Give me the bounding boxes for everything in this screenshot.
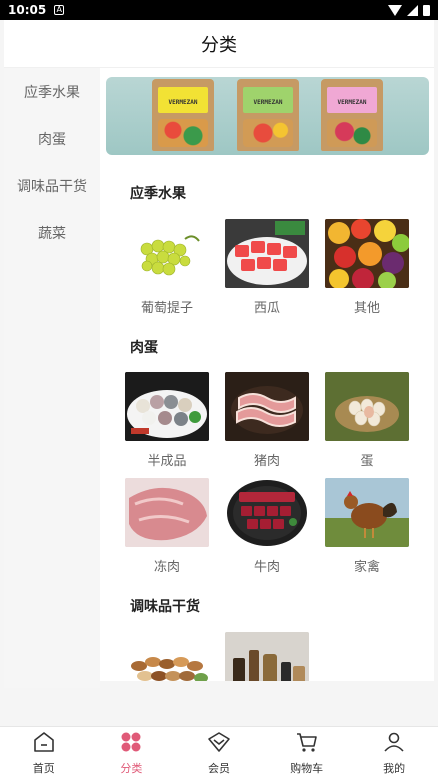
category-item-seasoning[interactable] [225, 632, 309, 681]
page-header: 分类 [4, 20, 434, 68]
product-bag-image: VERMEZAN [152, 79, 214, 151]
profile-icon [382, 730, 406, 758]
section-title-seasonal-fruit: 应季水果 [130, 186, 186, 202]
section-title-seasoning-dry-goods: 调味品干货 [130, 599, 200, 615]
product-bag-image: VERMEZAN [321, 79, 383, 151]
product-bag-image: VERMEZAN [237, 79, 299, 151]
home-icon [32, 730, 56, 758]
category-item-label: 冻肉 [153, 560, 180, 575]
category-content: VERMEZAN VERMEZAN VERMEZAN 应季水果 葡萄提子 西瓜 … [100, 68, 434, 681]
sidebar-item-label: 肉蛋 [38, 131, 66, 148]
battery-icon [423, 4, 430, 16]
category-icon [119, 730, 143, 758]
nav-home[interactable]: 首页 [0, 727, 88, 778]
frozen-meat-image [125, 478, 209, 547]
nav-profile-label: 我的 [383, 761, 406, 775]
nav-profile[interactable]: 我的 [350, 727, 438, 778]
category-item-semi-finished[interactable]: 半成品 [125, 372, 209, 469]
promo-banner[interactable]: VERMEZAN VERMEZAN VERMEZAN [106, 77, 429, 155]
pork-slices-image [225, 372, 309, 441]
sidebar-item-label: 应季水果 [24, 84, 80, 101]
category-item-pork[interactable]: 猪肉 [225, 372, 309, 469]
chicken-image [325, 478, 409, 547]
category-item-label: 蛋 [360, 454, 374, 469]
category-item-poultry[interactable]: 家禽 [325, 478, 409, 575]
nav-cart-label: 购物车 [290, 761, 324, 775]
sidebar-item-meat-eggs[interactable]: 肉蛋 [4, 115, 100, 162]
wifi-icon [388, 4, 402, 16]
page-title: 分类 [201, 34, 237, 56]
category-item-other-fruit[interactable]: 其他 [325, 219, 409, 316]
sidebar-item-vegetables[interactable]: 蔬菜 [4, 209, 100, 256]
meatballs-image [125, 372, 209, 441]
mixed-fruit-image [325, 219, 409, 288]
category-item-label: 葡萄提子 [140, 301, 193, 316]
category-sidebar: 应季水果 肉蛋 调味品干货 蔬菜 [4, 68, 100, 688]
nav-member[interactable]: 会员 [175, 727, 263, 778]
sidebar-item-label: 蔬菜 [38, 225, 66, 242]
category-item-eggs[interactable]: 蛋 [325, 372, 409, 469]
category-item-grapes[interactable]: 葡萄提子 [125, 219, 209, 316]
sidebar-item-seasonal-fruit[interactable]: 应季水果 [4, 68, 100, 115]
status-bar: 10:05 A [0, 0, 438, 20]
category-item-label: 牛肉 [253, 560, 280, 575]
seasoning-bottles-image [225, 632, 309, 681]
eggs-nest-image [325, 372, 409, 441]
category-item-label: 家禽 [353, 560, 380, 575]
nav-member-label: 会员 [207, 761, 230, 775]
grapes-image [125, 219, 209, 288]
category-item-label: 半成品 [147, 454, 187, 469]
sidebar-item-label: 调味品干货 [17, 178, 87, 195]
sidebar-item-seasoning-dry-goods[interactable]: 调味品干货 [4, 162, 100, 209]
category-item-frozen-meat[interactable]: 冻肉 [125, 478, 209, 575]
category-item-label: 其他 [353, 301, 380, 316]
nav-category[interactable]: 分类 [88, 727, 176, 778]
category-item-label: 猪肉 [253, 454, 280, 469]
notification-icon: A [54, 5, 65, 15]
category-item-beef[interactable]: 牛肉 [225, 478, 309, 575]
nav-home-label: 首页 [32, 761, 55, 775]
nav-cart[interactable]: 购物车 [263, 727, 351, 778]
section-title-meat-eggs: 肉蛋 [130, 340, 158, 356]
category-item-watermelon[interactable]: 西瓜 [225, 219, 309, 316]
status-time: 10:05 [8, 3, 47, 17]
nav-category-label: 分类 [120, 761, 143, 775]
category-item-label: 西瓜 [253, 301, 280, 316]
category-item-nuts[interactable] [125, 632, 209, 681]
member-icon [207, 730, 231, 758]
beef-image [225, 478, 309, 547]
cart-icon [295, 730, 319, 758]
watermelon-image [225, 219, 309, 288]
status-icons [388, 4, 430, 16]
signal-icon [407, 4, 418, 16]
nuts-image [125, 632, 209, 681]
bottom-navigation: 首页 分类 会员 购物车 我的 [0, 726, 438, 778]
